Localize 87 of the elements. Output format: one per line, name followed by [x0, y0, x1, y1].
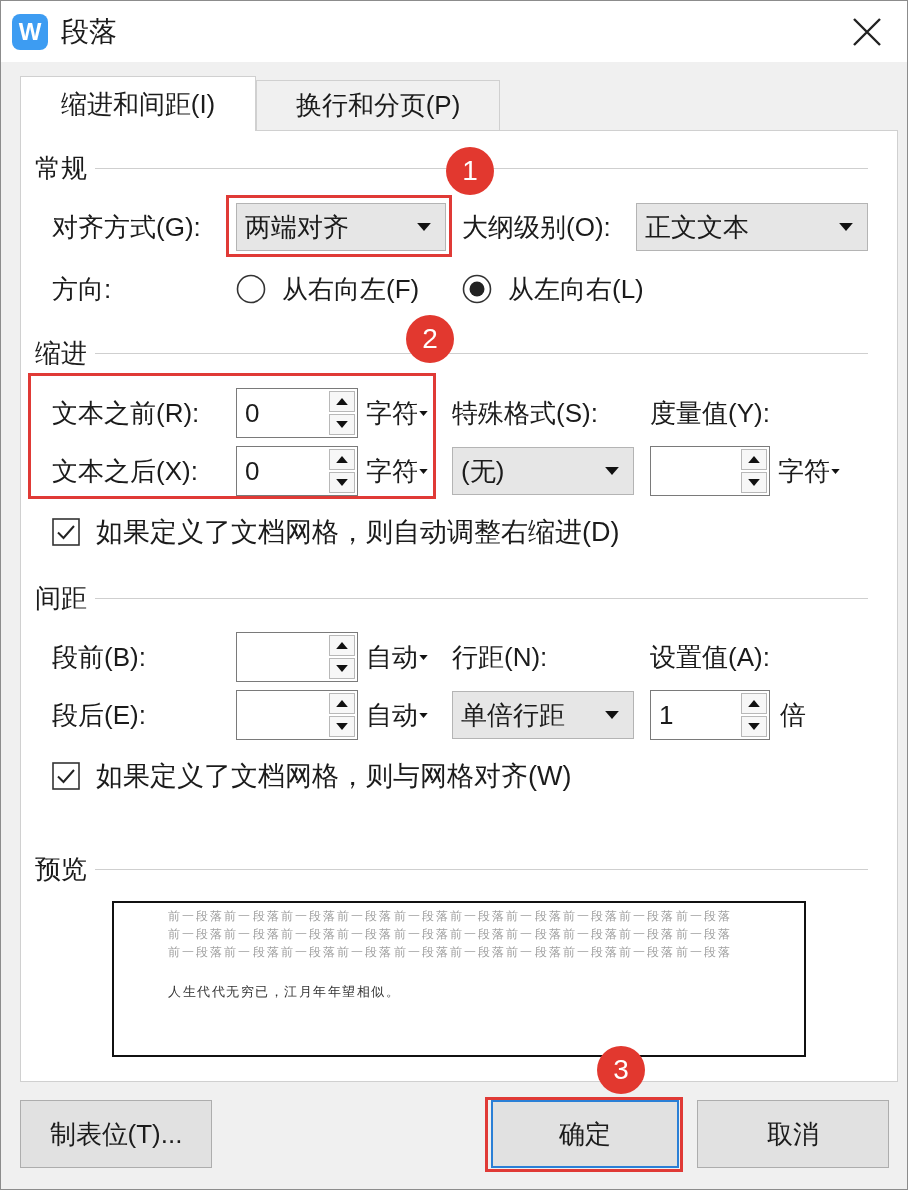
field-label: 大纲级别(O): [462, 210, 612, 244]
dialog-button[interactable]: 取消 [697, 1100, 889, 1168]
caret-down-icon [417, 223, 431, 231]
radio-button[interactable] [236, 274, 266, 304]
triangle-up-icon [336, 398, 348, 405]
dropdown[interactable]: 两端对齐 [236, 203, 446, 251]
caret-down-icon [419, 654, 428, 660]
dialog-button[interactable]: 确定 [491, 1100, 679, 1168]
unit-menu[interactable]: 字符 [366, 395, 428, 431]
caret-down-icon [605, 467, 619, 475]
field-label: 对齐方式(G): [52, 210, 202, 244]
triangle-down-icon [748, 723, 760, 730]
caret-down-icon [419, 712, 428, 718]
triangle-down-icon [336, 723, 348, 730]
spin-down-button[interactable] [329, 658, 355, 679]
callout-badge: 1 [446, 147, 494, 195]
spin-down-button[interactable] [329, 472, 355, 493]
caret-down-icon [831, 468, 840, 474]
spin-up-button[interactable] [329, 635, 355, 656]
spin-up-button[interactable] [329, 693, 355, 714]
app-logo: W [12, 13, 48, 50]
triangle-down-icon [336, 421, 348, 428]
callout-badge: 2 [406, 315, 454, 363]
number-field[interactable]: 0 [236, 446, 358, 496]
number-field[interactable]: 1 [650, 690, 770, 740]
unit-menu[interactable]: 自动 [366, 639, 428, 675]
unit-label: 倍 [780, 698, 806, 732]
spin-up-button[interactable] [741, 693, 767, 714]
section-heading: 预览 [35, 852, 87, 886]
spin-up-button[interactable] [329, 449, 355, 470]
field-label: 段后(E): [52, 698, 147, 732]
window-title: 段落 [61, 14, 117, 49]
caret-down-icon [419, 410, 428, 416]
field-label: 文本之后(X): [52, 454, 199, 488]
number-field[interactable] [236, 690, 358, 740]
number-field[interactable]: 0 [236, 388, 358, 438]
triangle-up-icon [748, 456, 760, 463]
field-label: 度量值(Y): [650, 396, 770, 430]
radio-label: 从右向左(F) [282, 272, 420, 306]
preview-text-line: 前一段落前一段落前一段落前一段落前一段落前一段落前一段落前一段落前一段落前一段落 [168, 926, 732, 943]
tab[interactable]: 换行和分页(P) [256, 80, 500, 130]
dialog-button[interactable]: 制表位(T)... [20, 1100, 212, 1168]
preview-text-line: 前一段落前一段落前一段落前一段落前一段落前一段落前一段落前一段落前一段落前一段落 [168, 944, 732, 961]
dropdown[interactable]: 单倍行距 [452, 691, 634, 739]
tab[interactable]: 缩进和间距(I) [20, 76, 256, 131]
preview-text-line: 前一段落前一段落前一段落前一段落前一段落前一段落前一段落前一段落前一段落前一段落 [168, 908, 732, 925]
section-heading: 常规 [35, 151, 87, 185]
triangle-up-icon [336, 456, 348, 463]
triangle-down-icon [336, 665, 348, 672]
caret-down-icon [419, 468, 428, 474]
callout-badge: 3 [597, 1046, 645, 1094]
dropdown[interactable]: 正文文本 [636, 203, 868, 251]
spin-down-button[interactable] [329, 414, 355, 435]
checkbox[interactable] [52, 762, 80, 790]
field-label: 特殊格式(S): [452, 396, 599, 430]
unit-menu[interactable]: 字符 [778, 453, 840, 489]
triangle-down-icon [336, 479, 348, 486]
radio-label: 从左向右(L) [508, 272, 644, 306]
unit-menu[interactable]: 字符 [366, 453, 428, 489]
number-field[interactable] [236, 632, 358, 682]
spin-down-button[interactable] [741, 472, 767, 493]
checkbox[interactable] [52, 518, 80, 546]
close-icon [853, 17, 881, 46]
triangle-down-icon [748, 479, 760, 486]
dropdown[interactable]: (无) [452, 447, 634, 495]
triangle-up-icon [336, 642, 348, 649]
triangle-up-icon [336, 700, 348, 707]
spin-up-button[interactable] [741, 449, 767, 470]
section-heading: 缩进 [35, 336, 87, 370]
triangle-up-icon [748, 700, 760, 707]
caret-down-icon [605, 711, 619, 719]
field-label: 设置值(A): [650, 640, 770, 674]
unit-menu[interactable]: 自动 [366, 697, 428, 733]
field-label: 行距(N): [452, 640, 549, 674]
section-heading: 间距 [35, 581, 87, 615]
number-field[interactable] [650, 446, 770, 496]
field-label: 段前(B): [52, 640, 147, 674]
caret-down-icon [839, 223, 853, 231]
field-label: 方向: [52, 272, 113, 306]
field-label: 文本之前(R): [52, 396, 201, 430]
spin-up-button[interactable] [329, 391, 355, 412]
preview-sample-text: 人生代代无穷已，江月年年望相似。 [168, 983, 400, 1001]
checkbox-label: 如果定义了文档网格，则自动调整右缩进(D) [96, 516, 620, 549]
radio-button[interactable] [462, 274, 492, 304]
spin-down-button[interactable] [741, 716, 767, 737]
checkbox-label: 如果定义了文档网格，则与网格对齐(W) [96, 760, 572, 793]
spin-down-button[interactable] [329, 716, 355, 737]
